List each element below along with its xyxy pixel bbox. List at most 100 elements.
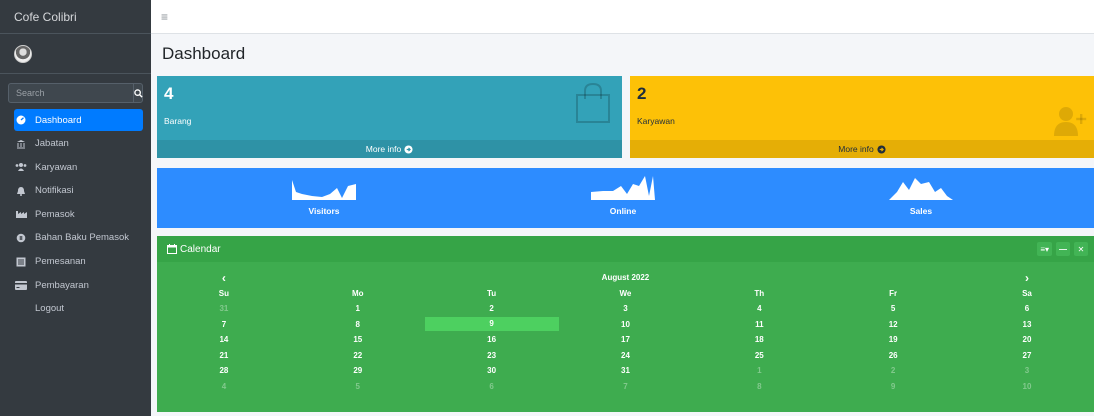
calendar-day[interactable]: 2: [826, 366, 960, 375]
calendar-day[interactable]: 3: [960, 366, 1094, 375]
search-button[interactable]: [133, 84, 143, 102]
stat-sales: Sales: [831, 168, 1011, 228]
calendar-day[interactable]: 4: [157, 382, 291, 391]
more-info-link[interactable]: More info: [157, 140, 622, 158]
calendar-day[interactable]: 30: [425, 366, 559, 375]
calendar-menu-button[interactable]: ≡▾: [1037, 242, 1052, 256]
calendar-day[interactable]: 9: [424, 317, 559, 332]
calendar-day[interactable]: 21: [157, 351, 291, 360]
calendar-day[interactable]: 14: [157, 335, 291, 344]
calendar-day[interactable]: 31: [157, 304, 291, 313]
calendar-title: Calendar: [180, 243, 221, 255]
calendar-day[interactable]: 19: [826, 335, 960, 344]
box-label: Karyawan: [637, 116, 675, 126]
sidebar-item-dashboard[interactable]: Dashboard: [14, 109, 143, 131]
calendar-day[interactable]: 7: [559, 382, 693, 391]
calendar-day[interactable]: 5: [291, 382, 425, 391]
sidebar-item-karyawan[interactable]: Karyawan: [14, 156, 143, 178]
sidebar-item-bahan-baku-pemasok[interactable]: Bahan Baku Pemasok: [14, 227, 143, 249]
chevron-right-icon: ›: [1025, 270, 1030, 285]
sidebar-item-label: Bahan Baku Pemasok: [35, 232, 130, 244]
sidebar-item-jabatan[interactable]: Jabatan: [14, 133, 143, 155]
collapse-button[interactable]: —: [1056, 242, 1070, 256]
stat-label: Sales: [909, 206, 933, 216]
calendar-day[interactable]: 1: [692, 366, 826, 375]
sidebar-item-label: Pemasok: [35, 208, 75, 220]
search-input[interactable]: [9, 84, 133, 102]
calendar-day[interactable]: 26: [826, 351, 960, 360]
calendar-day[interactable]: 8: [692, 382, 826, 391]
calendar-day[interactable]: 4: [692, 304, 826, 313]
calendar-tools: ≡▾ — ✕: [1037, 242, 1088, 256]
sidebar-item-label: Dashboard: [35, 114, 82, 126]
sidebar-item-logout[interactable]: Logout: [14, 298, 143, 320]
calendar-day[interactable]: 22: [291, 351, 425, 360]
shopping-bag-icon: [576, 82, 610, 123]
user-panel: [0, 34, 151, 74]
sparkline-chart-icon: [889, 178, 953, 200]
calendar-day[interactable]: 6: [960, 304, 1094, 313]
calendar-day[interactable]: 6: [425, 382, 559, 391]
calendar-week-row: 4 5 6 7 8 9 10: [157, 379, 1094, 395]
calendar-day[interactable]: 9: [826, 382, 960, 391]
sidebar-item-label: Notifikasi: [35, 185, 74, 197]
calendar-day[interactable]: 13: [960, 320, 1094, 329]
sidebar-item-label: Pembayaran: [35, 279, 89, 291]
calendar-day[interactable]: 25: [692, 351, 826, 360]
calendar-week-row: 14 15 16 17 18 19 20: [157, 332, 1094, 348]
page-title: Dashboard: [162, 44, 246, 63]
stat-label: Visitors: [308, 206, 340, 216]
list-alt-icon: [14, 257, 28, 267]
weekday-label: We: [619, 288, 632, 298]
industry-icon: [14, 209, 28, 219]
dropbox-icon: [14, 233, 28, 243]
arrow-circle-right-icon: [877, 144, 886, 154]
weekday-label: Mo: [351, 288, 364, 298]
calendar-day[interactable]: 24: [559, 351, 693, 360]
calendar-header: Calendar: [157, 236, 1094, 262]
next-month-button[interactable]: ›: [960, 271, 1094, 285]
calendar-day[interactable]: 29: [291, 366, 425, 375]
calendar-day[interactable]: 17: [559, 335, 693, 344]
sidebar-item-notifikasi[interactable]: Notifikasi: [14, 180, 143, 202]
calendar-day[interactable]: 10: [960, 382, 1094, 391]
calendar-day[interactable]: 18: [692, 335, 826, 344]
close-icon: ✕: [1077, 244, 1085, 254]
sidebar-item-pemasok[interactable]: Pemasok: [14, 203, 143, 225]
sidebar-item-label: Karyawan: [35, 161, 78, 173]
calendar-day[interactable]: 20: [960, 335, 1094, 344]
sidebar-item-pembayaran[interactable]: Pembayaran: [14, 274, 143, 296]
more-info-label: More info: [838, 144, 874, 154]
calendar-day[interactable]: 10: [559, 320, 693, 329]
menu-toggle-icon[interactable]: ≡: [161, 10, 168, 24]
calendar-day[interactable]: 11: [692, 320, 826, 329]
more-info-label: More info: [365, 144, 402, 154]
calendar-weeks: 31 1 2 3 4 5 6 7 8 9 10 11 12 13 14 15 16 17 18 19 20 21 22 23 2…: [157, 301, 1094, 394]
sidebar-nav: Dashboard Jabatan Karyawan Notifikasi Pe…: [0, 109, 151, 320]
bars-icon: ≡▾: [1040, 244, 1049, 254]
calendar-day[interactable]: 15: [291, 335, 425, 344]
calendar-day[interactable]: 12: [826, 320, 960, 329]
calendar-day[interactable]: 5: [826, 304, 960, 313]
stat-visitors: Visitors: [234, 168, 414, 228]
calendar-day[interactable]: 16: [425, 335, 559, 344]
calendar-day[interactable]: 8: [291, 320, 425, 329]
avatar[interactable]: [14, 44, 32, 63]
users-icon: [14, 162, 28, 172]
sparkline-stats-card: Visitors Online Sales: [157, 168, 1094, 228]
calendar-day[interactable]: 2: [425, 304, 559, 313]
calendar-day[interactable]: 1: [291, 304, 425, 313]
calendar-day[interactable]: 3: [559, 304, 693, 313]
month-label[interactable]: August 2022: [291, 273, 960, 282]
calendar-day[interactable]: 27: [960, 351, 1094, 360]
calendar-day[interactable]: 31: [559, 366, 693, 375]
more-info-link[interactable]: More info: [630, 140, 1094, 158]
calendar-day[interactable]: 28: [157, 366, 291, 375]
brand-link[interactable]: Cofe Colibri: [0, 0, 151, 34]
prev-month-button[interactable]: ‹: [157, 271, 291, 285]
sidebar-item-pemesanan[interactable]: Pemesanan: [14, 251, 143, 273]
calendar-day[interactable]: 7: [157, 320, 291, 329]
calendar-day[interactable]: 23: [425, 351, 559, 360]
bell-icon: [14, 186, 28, 196]
remove-button[interactable]: ✕: [1074, 242, 1088, 256]
